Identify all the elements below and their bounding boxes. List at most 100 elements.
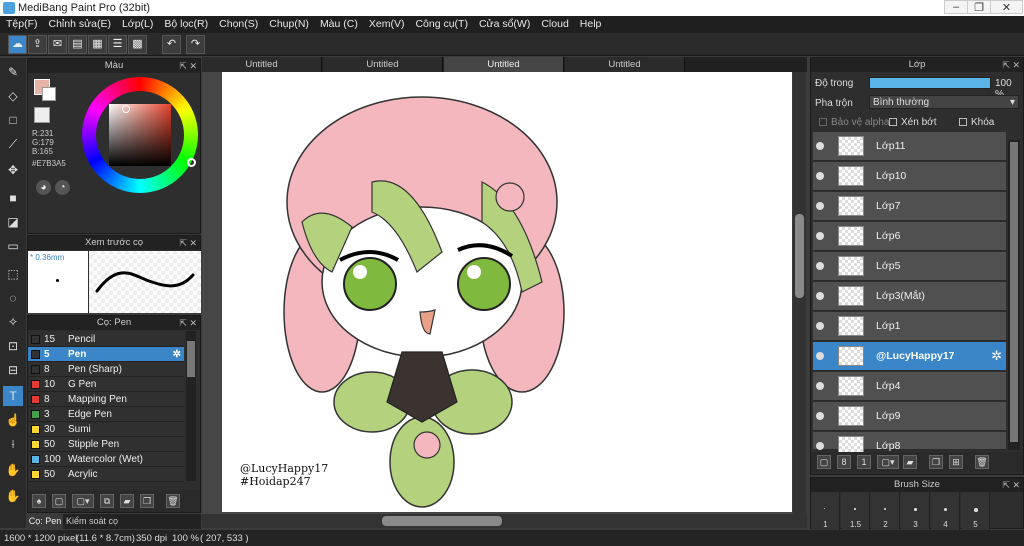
saturation-square[interactable] xyxy=(109,104,171,166)
menu-item[interactable]: Công cụ(T) xyxy=(409,16,473,30)
gear-icon[interactable]: ✲ xyxy=(173,347,181,362)
transparent-swatch[interactable] xyxy=(34,107,50,123)
menu-item[interactable]: Chụp(N) xyxy=(263,16,314,30)
page-icon[interactable]: ▤ xyxy=(68,35,87,54)
redo-icon[interactable]: ↷ xyxy=(186,35,205,54)
menu-item[interactable]: Tệp(F) xyxy=(0,16,43,30)
protect-alpha-checkbox[interactable]: Bảo vệ alpha xyxy=(819,117,889,128)
brush-scrollbar[interactable] xyxy=(186,331,196,481)
layer-folder-icon[interactable]: ▰ xyxy=(903,455,917,469)
drawing-canvas[interactable]: @LucyHappy17 #Hoidap247 xyxy=(222,72,792,512)
eye-icon[interactable] xyxy=(816,232,824,240)
duplicate-layer-icon[interactable]: ❐ xyxy=(929,455,943,469)
layer-scrollbar[interactable] xyxy=(1008,140,1020,450)
share-icon[interactable]: ⇪ xyxy=(28,35,47,54)
brush-add-icon[interactable]: ♠ xyxy=(32,494,46,508)
eye-icon[interactable] xyxy=(816,142,824,150)
select-eraser-icon[interactable]: ⊟ xyxy=(3,360,23,380)
brush-item[interactable]: 8 Mapping Pen xyxy=(28,392,184,407)
hue-ring[interactable] xyxy=(82,77,198,193)
brush-tool-icon[interactable]: ✎ xyxy=(3,62,23,82)
menu-item[interactable]: Help xyxy=(574,16,607,30)
palette-icon[interactable]: ◕ xyxy=(36,180,51,195)
brush-menu-icon[interactable]: ▢▾ xyxy=(72,494,94,508)
rect-select-icon[interactable]: □ xyxy=(3,110,23,130)
grid-icon[interactable]: ▩ xyxy=(128,35,147,54)
brush-item[interactable]: 8 Pen (Sharp) xyxy=(28,362,184,377)
secondary-color-swatch[interactable] xyxy=(42,87,56,101)
eye-icon[interactable] xyxy=(816,352,824,360)
layer-item[interactable]: Lớp3(Mắt) xyxy=(813,282,1006,311)
bucket-tool-icon[interactable]: ◪ xyxy=(3,212,23,232)
gradient-tool-icon[interactable]: ▭ xyxy=(3,236,23,256)
hue-cursor[interactable] xyxy=(187,158,196,167)
brush-size-preset[interactable]: 1 xyxy=(811,492,840,530)
magic-wand-icon[interactable]: ✧ xyxy=(3,312,23,332)
hand-tool-icon[interactable]: ✋ xyxy=(3,460,23,480)
menu-item[interactable]: Chỉnh sửa(E) xyxy=(43,16,116,30)
fill-rect-icon[interactable]: ■ xyxy=(3,188,23,208)
tab-brush-control[interactable]: Kiểm soát cọ xyxy=(65,514,119,529)
brush-new-icon[interactable]: ▢ xyxy=(52,494,66,508)
doc-tab[interactable]: Untitled xyxy=(323,57,443,72)
layer-item[interactable]: Lớp6 xyxy=(813,222,1006,251)
lock-checkbox[interactable]: Khóa xyxy=(959,117,994,128)
document-icon[interactable]: ▦ xyxy=(88,35,107,54)
minimize-button[interactable]: – xyxy=(944,0,968,14)
brush-scroll-thumb[interactable] xyxy=(187,341,195,377)
menu-item[interactable]: Bộ lọc(R) xyxy=(158,16,213,30)
brush-item[interactable]: 50 Acrylic xyxy=(28,467,184,482)
layer-item[interactable]: Lớp10 xyxy=(813,162,1006,191)
brush-size-preset[interactable]: 2 xyxy=(871,492,900,530)
eye-icon[interactable] xyxy=(816,262,824,270)
menu-item[interactable]: Lớp(L) xyxy=(116,16,158,30)
vertical-scroll-thumb[interactable] xyxy=(795,214,804,298)
eye-icon[interactable] xyxy=(816,322,824,330)
layer-item[interactable]: Lớp4 xyxy=(813,372,1006,401)
maximize-button[interactable]: ❐ xyxy=(967,0,991,14)
blend-select[interactable]: Bình thường ▾ xyxy=(869,95,1019,109)
eye-icon[interactable] xyxy=(816,412,824,420)
menu-item[interactable]: Chọn(S) xyxy=(213,16,263,30)
brush-size-preset[interactable]: 1.5 xyxy=(841,492,870,530)
doc-tab-active[interactable]: Untitled xyxy=(444,57,564,72)
layer-item[interactable]: Lớp1 xyxy=(813,312,1006,341)
brush-size-preset[interactable]: 4 xyxy=(931,492,960,530)
horizontal-scroll-thumb[interactable] xyxy=(382,516,502,526)
brush-duplicate-icon[interactable]: ❐ xyxy=(140,494,154,508)
select-tool-icon[interactable]: ⬚ xyxy=(3,264,23,284)
menu-item[interactable]: Màu (C) xyxy=(314,16,363,30)
brush-delete-icon[interactable]: 🗑 xyxy=(166,494,180,508)
list-icon[interactable]: ☰ xyxy=(108,35,127,54)
brush-item[interactable]: 100 Watercolor (Wet) xyxy=(28,452,184,467)
layer-item[interactable]: Lớp9 xyxy=(813,402,1006,431)
layer-item[interactable]: Lớp5 xyxy=(813,252,1006,281)
cloud-icon[interactable]: ☁ xyxy=(8,35,27,54)
layer-item[interactable]: Lớp11 xyxy=(813,132,1006,161)
horizontal-scrollbar[interactable] xyxy=(202,514,807,528)
layer-item[interactable]: Lớp8 xyxy=(813,432,1006,456)
brush-item[interactable]: 5 Pen ✲ xyxy=(28,347,184,362)
panel-close-icon[interactable]: ⇱ ✕ xyxy=(179,316,197,330)
close-button[interactable]: ✕ xyxy=(990,0,1023,14)
dot-tool-icon[interactable]: ⟋ xyxy=(3,134,23,154)
brush-item[interactable]: 50 Stipple Pen xyxy=(28,437,184,452)
palette-edit-icon[interactable]: ◔ xyxy=(55,180,70,195)
gear-icon[interactable]: ✲ xyxy=(991,348,1002,364)
comment-icon[interactable]: ✉ xyxy=(48,35,67,54)
eraser-tool-icon[interactable]: ◇ xyxy=(3,86,23,106)
panel-close-icon[interactable]: ⇱ ✕ xyxy=(1002,58,1020,72)
eye-icon[interactable] xyxy=(816,382,824,390)
layer-item[interactable]: Lớp7 xyxy=(813,192,1006,221)
menu-item[interactable]: Cloud xyxy=(535,16,573,30)
select-pen-icon[interactable]: ⊡ xyxy=(3,336,23,356)
eye-icon[interactable] xyxy=(816,172,824,180)
eye-icon[interactable] xyxy=(816,292,824,300)
brush-item[interactable]: 30 Sumi xyxy=(28,422,184,437)
brush-size-preset[interactable]: 3 xyxy=(901,492,930,530)
text-tool-icon[interactable]: T xyxy=(3,386,23,406)
operation-tool-icon[interactable]: ☝ xyxy=(3,410,23,430)
brush-copy-icon[interactable]: ⧉ xyxy=(100,494,114,508)
brush-item[interactable]: 10 G Pen xyxy=(28,377,184,392)
brush-item[interactable]: 3 Edge Pen xyxy=(28,407,184,422)
